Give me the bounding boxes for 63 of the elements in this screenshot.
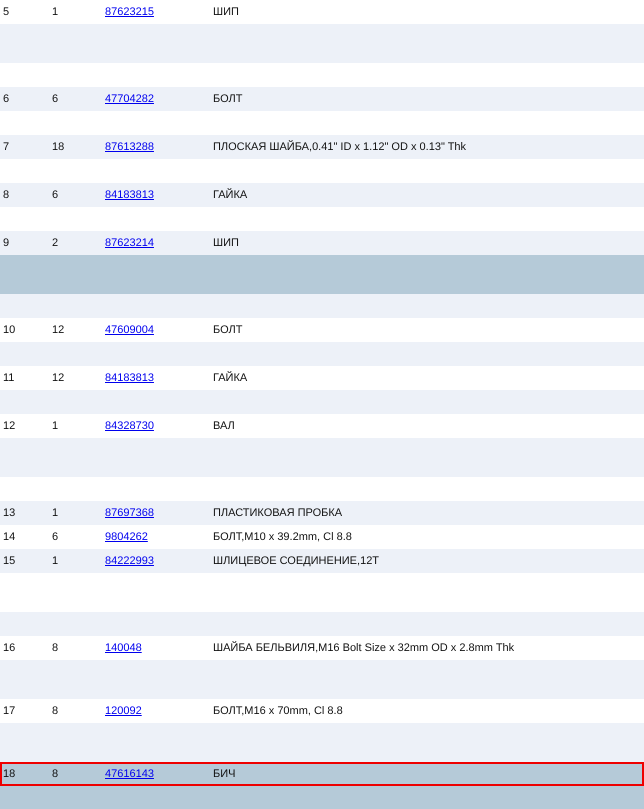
part-description: ГАЙКА: [213, 188, 248, 201]
part-description: ПЛАСТИКОВАЯ ПРОБКА: [213, 506, 342, 519]
item-number: 17: [3, 704, 16, 717]
part-description: ШИП: [213, 6, 239, 18]
item-number: 14: [3, 530, 16, 543]
part-number-link[interactable]: 120092: [105, 704, 142, 717]
part-number-link[interactable]: 87623215: [105, 6, 154, 18]
quantity: 18: [52, 140, 64, 153]
part-description: ПЛОСКАЯ ШАЙБА,0.41" ID x 1.12" OD x 0.13" Thk: [213, 140, 466, 153]
part-number-link[interactable]: 84222993: [105, 554, 154, 567]
quantity: 12: [52, 324, 64, 336]
item-number: 11: [3, 372, 14, 384]
item-number: 12: [3, 420, 16, 432]
item-number: 15: [3, 554, 16, 567]
table-row[interactable]: 18 8 47616143 БИЧ: [0, 762, 644, 786]
part-number-link[interactable]: 47704282: [105, 92, 154, 105]
table-row[interactable]: 15 1 84222993 ШЛИЦЕВОЕ СОЕДИНЕНИЕ,12T: [0, 549, 644, 573]
part-number-link[interactable]: 87697368: [105, 506, 154, 519]
part-description: БОЛТ,M10 x 39.2mm, Cl 8.8: [213, 530, 352, 543]
part-number-link[interactable]: 87623214: [105, 236, 154, 249]
part-description: ШЛИЦЕВОЕ СОЕДИНЕНИЕ,12T: [213, 554, 380, 567]
part-description: ВАЛ: [213, 420, 235, 432]
table-row[interactable]: 9 2 87623214 ШИП: [0, 231, 644, 255]
quantity: 8: [52, 642, 58, 654]
quantity: 6: [52, 188, 58, 201]
quantity: 1: [52, 506, 58, 519]
item-number: 10: [3, 324, 16, 336]
item-number: 9: [3, 236, 10, 249]
quantity: 6: [52, 530, 58, 543]
part-number-link[interactable]: 140048: [105, 642, 142, 654]
item-number: 8: [3, 188, 10, 201]
table-row[interactable]: 8 6 84183813 ГАЙКА: [0, 183, 644, 207]
part-number-link[interactable]: 47616143: [105, 768, 154, 780]
part-number-link[interactable]: 47609004: [105, 324, 154, 336]
part-description: ГАЙКА: [213, 372, 248, 384]
part-description: БОЛТ: [213, 324, 242, 336]
part-description: ШИП: [213, 236, 239, 249]
part-number-link[interactable]: 84328730: [105, 420, 154, 432]
part-description: БОЛТ: [213, 92, 242, 105]
quantity: 1: [52, 554, 58, 567]
quantity: 12: [52, 372, 64, 384]
item-number: 16: [3, 642, 16, 654]
part-description: ШАЙБА БЕЛЬВИЛЯ,M16 Bolt Size x 32mm OD x 2.8mm Thk: [213, 642, 514, 654]
item-number: 7: [3, 140, 10, 153]
item-number: 13: [3, 506, 16, 519]
table-row[interactable]: 13 1 87697368 ПЛАСТИКОВАЯ ПРОБКА: [0, 501, 644, 525]
table-row[interactable]: 6 6 47704282 БОЛТ: [0, 87, 644, 111]
quantity: 8: [52, 768, 58, 780]
part-number-link[interactable]: 84183813: [105, 372, 154, 384]
part-number-link[interactable]: 9804262: [105, 530, 148, 543]
quantity: 2: [52, 236, 58, 249]
item-number: 5: [3, 6, 10, 18]
item-number: 6: [3, 92, 10, 105]
table-row[interactable]: 7 18 87613288 ПЛОСКАЯ ШАЙБА,0.41" ID x 1.12" OD x 0.13" Thk: [0, 135, 644, 159]
quantity: 1: [52, 420, 58, 432]
quantity: 8: [52, 704, 58, 717]
item-number: 18: [3, 768, 16, 780]
part-number-link[interactable]: 84183813: [105, 188, 154, 201]
part-number-link[interactable]: 87613288: [105, 140, 154, 153]
quantity: 1: [52, 6, 58, 18]
quantity: 6: [52, 92, 58, 105]
part-description: БОЛТ,M16 x 70mm, Cl 8.8: [213, 704, 343, 717]
part-description: БИЧ: [213, 768, 236, 780]
